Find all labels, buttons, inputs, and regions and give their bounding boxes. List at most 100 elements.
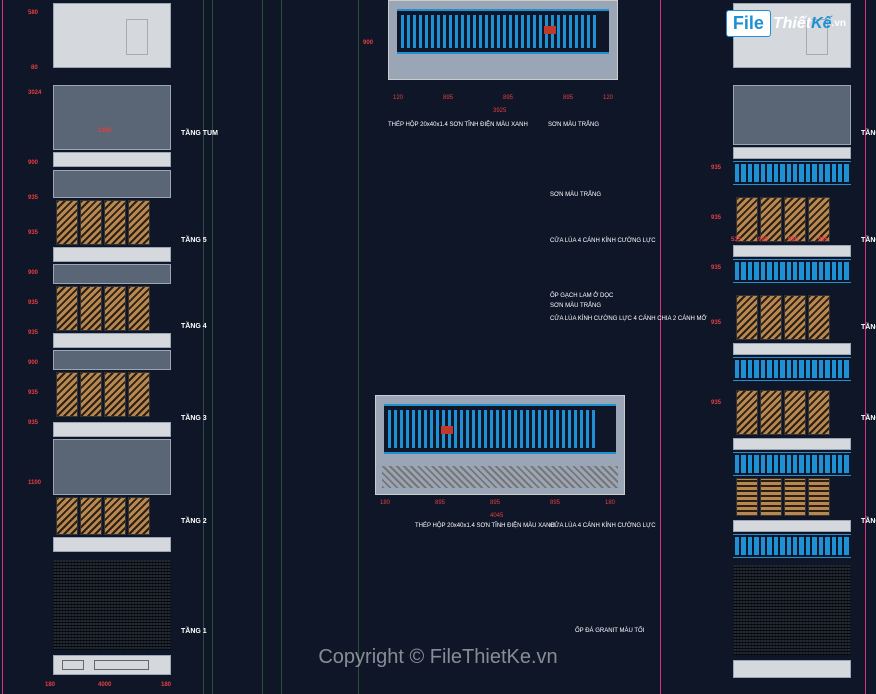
annotation: CỬA LÙA KÍNH CƯỜNG LỰC 4 CÁNH CHIA 2 CÁN… xyxy=(550,316,707,322)
axis-line xyxy=(2,0,3,694)
t1-mesh xyxy=(733,565,851,655)
dim: 180 xyxy=(45,682,55,688)
shutters-t4 xyxy=(56,286,150,331)
blue-rails xyxy=(384,404,616,454)
blue-rails xyxy=(397,9,609,54)
file-icon: File xyxy=(726,10,771,37)
blue-rail-strip xyxy=(733,534,851,558)
logo-text: Kế xyxy=(811,15,831,33)
red-marker-icon xyxy=(441,426,453,434)
red-marker-icon xyxy=(544,26,556,34)
floor-label: TẦNG 3 xyxy=(181,415,207,422)
floor-label: TẦNG xyxy=(861,518,876,525)
dim: 995 xyxy=(788,237,798,243)
t5-upper xyxy=(53,170,171,198)
floor-label: TẦNG 4 xyxy=(181,323,207,330)
floor-label: TẦNG xyxy=(861,237,876,244)
dim: 900 xyxy=(363,40,373,46)
slab xyxy=(733,438,851,450)
slab xyxy=(733,343,851,355)
axis-line xyxy=(865,0,866,694)
slab xyxy=(733,245,851,257)
dim: 4000 xyxy=(98,682,111,688)
dim: 900 xyxy=(28,160,38,166)
dim: 120 xyxy=(393,95,403,101)
dim: 935 xyxy=(28,195,38,201)
shutters-t3 xyxy=(56,372,150,417)
annotation: ỐP ĐÁ GRANIT MÀU TỐI xyxy=(575,628,644,634)
tum-panel xyxy=(53,85,171,150)
dim: 935 xyxy=(711,215,721,221)
annotation: CỬA LÙA 4 CÁNH KÍNH CƯỜNG LỰC xyxy=(550,238,656,244)
dim: 900 xyxy=(28,270,38,276)
dim: 895 xyxy=(490,500,500,506)
slab xyxy=(53,247,171,262)
shutters xyxy=(736,295,830,340)
dim: 3024 xyxy=(28,90,41,96)
slab xyxy=(53,422,171,437)
note: CỬA LÙA 4 CÁNH KÍNH CƯỜNG LỰC xyxy=(550,523,656,529)
t4-upper xyxy=(53,264,171,284)
shutters-t5 xyxy=(56,200,150,245)
dim: 935 xyxy=(28,300,38,306)
axis-line xyxy=(212,0,213,694)
logo-text: Thiết xyxy=(773,15,811,33)
shutters xyxy=(736,478,830,516)
logo-text: .vn xyxy=(832,18,846,29)
annotation: SƠN MÀU TRẮNG xyxy=(550,303,601,309)
floor-label: TẦNG xyxy=(861,415,876,422)
step-icon xyxy=(62,660,84,670)
dim: 935 xyxy=(711,400,721,406)
annotation: ỐP GẠCH LAM Ở DỌC xyxy=(550,293,613,299)
blue-rail-strip xyxy=(733,259,851,283)
dim: 580 xyxy=(28,10,38,16)
shutters xyxy=(736,390,830,435)
note: SƠN MÀU TRẮNG xyxy=(548,122,599,128)
dim: 3925 xyxy=(493,108,506,114)
base-slab xyxy=(733,660,851,678)
dim: 900 xyxy=(28,360,38,366)
slab xyxy=(53,152,171,167)
dim: 995 xyxy=(818,237,828,243)
dim: 535 xyxy=(731,237,741,243)
step-icon xyxy=(94,660,149,670)
blue-rail-strip xyxy=(733,161,851,185)
dim: 935 xyxy=(28,390,38,396)
floor-label: TẦNG 5 xyxy=(181,237,207,244)
slab xyxy=(53,537,171,552)
t3-upper xyxy=(53,350,171,370)
dim: 935 xyxy=(711,265,721,271)
floor-label: TẦNG 1 xyxy=(181,628,207,635)
dim: 895 xyxy=(435,500,445,506)
dim: 180 xyxy=(161,682,171,688)
t2-wall xyxy=(53,439,171,495)
dim: 1100 xyxy=(28,480,41,486)
roof-window xyxy=(126,19,148,55)
floor-label: TẦNG 2 xyxy=(181,518,207,525)
elevation-right: TẦNG TẦNG TẦNG TẦNG TẦNG 935 935 935 93 xyxy=(733,0,851,694)
dim: 180 xyxy=(605,500,615,506)
stone-hatch xyxy=(382,466,618,488)
railing-detail-bottom: 180 895 895 895 180 4045 THÉP HỘP 20x40x… xyxy=(370,395,630,545)
dim: 80 xyxy=(31,65,38,71)
axis-line xyxy=(203,0,204,694)
dim: 935 xyxy=(28,330,38,336)
dim: 180 xyxy=(380,500,390,506)
dim: 1350 xyxy=(98,128,111,134)
blue-rail-strip xyxy=(733,452,851,476)
watermark-logo: File Thiết Kế .vn xyxy=(726,10,846,37)
floor-label: TẦNG TUM xyxy=(181,130,218,137)
elevation-left: TẦNG TUM 1350 TẦNG 5 TẦNG 4 TẦNG 3 TẦNG … xyxy=(53,0,171,694)
dim: 120 xyxy=(603,95,613,101)
slab xyxy=(733,147,851,159)
tum-panel xyxy=(733,85,851,145)
dim: 935 xyxy=(28,420,38,426)
floor-label: TẦNG xyxy=(861,130,876,137)
rail-detail-box xyxy=(388,0,618,80)
railing-detail-top: 900 120 895 895 895 120 3925 THÉP HỘP 20… xyxy=(378,0,628,140)
shutters xyxy=(736,197,830,242)
dim: 935 xyxy=(28,230,38,236)
rail-detail-box xyxy=(375,395,625,495)
slab xyxy=(53,333,171,348)
roof-panel xyxy=(53,3,171,68)
